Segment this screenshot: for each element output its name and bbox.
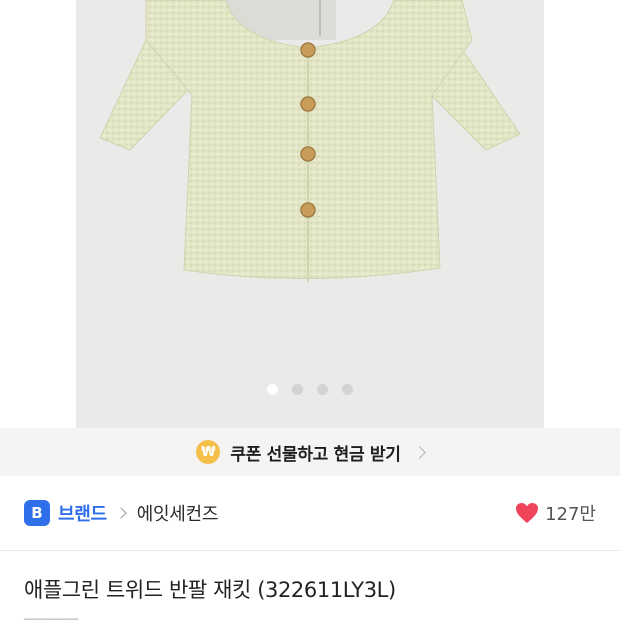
like-count: 127만 bbox=[545, 504, 596, 525]
brand-link[interactable]: B 브랜드 에잇세컨즈 bbox=[24, 500, 218, 526]
pagination-dot[interactable] bbox=[342, 384, 353, 395]
product-detail-page: ₩ 쿠폰 선물하고 현금 받기 B 브랜드 에잇세컨즈 127만 애플그린 트위… bbox=[0, 0, 620, 620]
product-title: 애플그린 트위드 반팔 재킷 (322611LY3L) bbox=[24, 578, 396, 602]
chevron-right-icon bbox=[412, 445, 426, 459]
jacket-image bbox=[99, 0, 521, 282]
pagination-dot[interactable] bbox=[292, 384, 303, 395]
won-coin-icon: ₩ bbox=[196, 440, 221, 464]
like-button[interactable]: 127만 bbox=[515, 500, 596, 526]
product-price-partial: ━━━━━ bbox=[24, 610, 78, 620]
brand-badge-icon: B bbox=[24, 500, 50, 526]
coupon-banner[interactable]: ₩ 쿠폰 선물하고 현금 받기 bbox=[0, 428, 620, 476]
pagination-dot[interactable] bbox=[317, 384, 328, 395]
brand-name[interactable]: 에잇세컨즈 bbox=[137, 500, 219, 526]
product-image-gallery[interactable] bbox=[0, 0, 620, 428]
pagination-dot[interactable] bbox=[267, 384, 278, 395]
heart-icon bbox=[516, 503, 539, 523]
chevron-right-icon bbox=[115, 507, 127, 519]
product-photo[interactable] bbox=[76, 0, 544, 428]
coupon-banner-label: 쿠폰 선물하고 현금 받기 bbox=[230, 444, 401, 465]
brand-row: B 브랜드 에잇세컨즈 127만 bbox=[0, 476, 620, 551]
gallery-pagination bbox=[0, 384, 620, 395]
brand-label: 브랜드 bbox=[58, 504, 107, 525]
